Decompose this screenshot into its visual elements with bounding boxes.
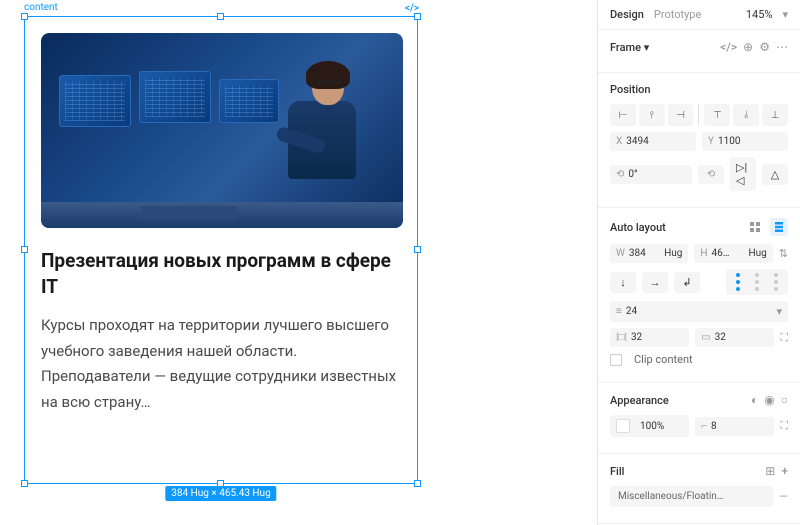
canvas-area[interactable]: content </> Презентация новых программ в… [0,0,597,525]
direction-right-button[interactable]: → [642,272,668,293]
alignment-grid[interactable] [726,269,788,295]
corner-radius-field[interactable]: ⌐8 [695,417,774,436]
handle-mid-right[interactable] [414,246,421,253]
fill-section-label: Fill [610,465,624,478]
handle-bottom-left[interactable] [21,480,28,487]
position-section-label: Position [610,83,651,96]
card-description: Курсы проходят на территории лучшего выс… [41,313,403,415]
card-hero-image [41,33,403,228]
handle-top-right[interactable] [414,13,421,20]
tab-design[interactable]: Design [610,8,644,21]
handle-mid-top[interactable] [217,13,224,20]
rotation-field[interactable]: ⟲0° [610,165,692,184]
align-center-h-button[interactable]: ⫯ [639,104,665,126]
align-top-button[interactable]: ⊤ [704,104,730,126]
dev-handoff-icon[interactable]: </> [720,40,737,54]
autolayout-section-label: Auto layout [610,221,666,234]
handle-bottom-right[interactable] [414,480,421,487]
dimension-badge: 384 Hug × 465.43 Hug [165,486,276,501]
autolayout-none-button[interactable] [746,218,764,236]
card-title: Презентация новых программ в сфере IT [41,248,403,299]
gap-field[interactable]: ≡24▾ [610,301,788,322]
align-left-button[interactable]: ⊢ [610,104,636,126]
fill-add-button[interactable]: + [781,464,788,478]
clip-content-label: Clip content [634,353,693,366]
frame-type-dropdown[interactable]: Frame ▾ [610,41,649,54]
flip-h-button[interactable]: ⟲ [698,165,724,184]
selection-box: </> Презентация новых программ в сфере I… [24,16,418,484]
autolayout-vertical-button[interactable] [770,218,788,236]
fill-style-pill[interactable]: Miscellaneous/Floatin… [610,486,773,507]
padding-v-field[interactable]: ▭32 [695,328,774,347]
y-position-field[interactable]: Y1100 [702,132,788,151]
clip-content-checkbox[interactable] [610,354,622,366]
more-icon[interactable]: ⋯ [776,40,788,54]
content-card[interactable]: Презентация новых программ в сфере IT Ку… [41,33,403,415]
tab-prototype[interactable]: Prototype [654,8,701,21]
chevron-down-icon[interactable]: ▾ [782,8,788,21]
padding-h-field[interactable]: |□|32 [610,328,689,347]
blend-mode-icon[interactable]: ◐ [751,393,758,407]
direction-down-button[interactable]: ↓ [610,272,636,293]
adjust-icon[interactable]: ⇅ [779,247,788,260]
visibility-icon[interactable]: ◉ [764,393,774,407]
x-position-field[interactable]: X3494 [610,132,696,151]
handle-mid-left[interactable] [21,246,28,253]
handle-top-left[interactable] [21,13,28,20]
fill-styles-icon[interactable]: ⊞ [765,464,775,478]
flip-v-button[interactable]: ▷|◁ [730,157,756,191]
appearance-settings-icon[interactable]: ○ [781,393,788,407]
appearance-section-label: Appearance [610,394,669,407]
settings-icon[interactable]: ⚙ [759,40,770,54]
zoom-level[interactable]: 145% [746,8,773,21]
alignment-buttons: ⊢ ⫯ ⊣ ⊤ ⫰ ⊥ [610,104,788,126]
height-field[interactable]: H46…Hug [694,244,772,263]
direction-wrap-button[interactable]: ↲ [674,272,700,293]
opacity-field[interactable]: 100% [610,415,689,437]
width-field[interactable]: W384Hug [610,244,688,263]
frame-name-label[interactable]: content [24,2,58,13]
align-bottom-button[interactable]: ⊥ [762,104,788,126]
fill-remove-button[interactable]: — [779,490,788,503]
align-right-button[interactable]: ⊣ [668,104,694,126]
inspector-panel: Design Prototype 145% ▾ Frame ▾ </> ⊕ ⚙ … [597,0,800,525]
mirror-button[interactable]: △ [762,164,788,185]
padding-expand-icon[interactable]: ⛶ [780,331,788,345]
align-center-v-button[interactable]: ⫰ [733,104,759,126]
corner-expand-icon[interactable]: ⛶ [780,419,788,433]
component-icon[interactable]: ⊕ [743,40,753,54]
